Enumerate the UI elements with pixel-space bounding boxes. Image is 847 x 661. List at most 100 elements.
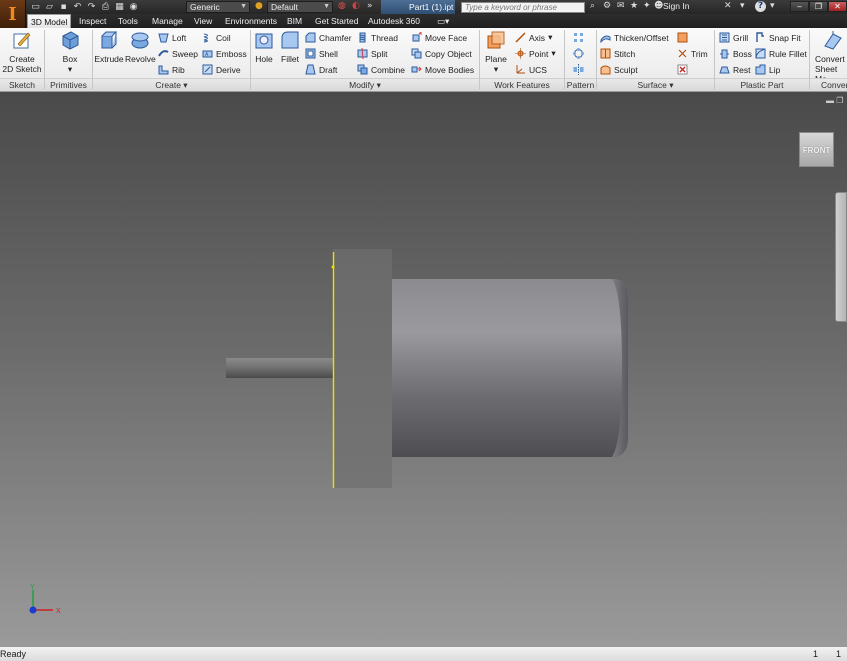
navigation-bar[interactable] [835, 192, 847, 322]
restore-button[interactable]: ❐ [809, 1, 828, 12]
part-model[interactable] [0, 92, 847, 646]
shell-button[interactable]: Shell [305, 47, 338, 60]
ucs-button[interactable]: UCS [515, 63, 547, 76]
minimize-button[interactable]: – [790, 1, 809, 12]
revolve-button[interactable]: Revolve [125, 30, 156, 64]
move-bodies-button[interactable]: Move Bodies [411, 63, 474, 76]
tab-tools[interactable]: Tools [115, 14, 141, 28]
panel-label-modify[interactable]: Modify ▾ [251, 78, 479, 91]
tab-3d-model[interactable]: 3D Model [27, 14, 72, 28]
mirror-button[interactable] [573, 63, 584, 76]
move-face-button[interactable]: Move Face [411, 31, 467, 44]
motor-body[interactable] [392, 279, 628, 457]
chamfer-icon [305, 32, 316, 43]
sculpt-button[interactable]: Sculpt [600, 63, 638, 76]
snap-fit-button[interactable]: Snap Fit [755, 31, 801, 44]
subscription-icon[interactable]: ⚙ [603, 1, 611, 11]
adjust-icon[interactable]: ◐ [352, 1, 360, 11]
search-input[interactable]: Type a keyword or phrase [461, 2, 585, 13]
ribbon-minimize-icon[interactable]: ▭▾ [434, 14, 452, 28]
project-icon[interactable]: ▦ [114, 2, 125, 13]
plane-button[interactable]: Plane ▾ [482, 30, 510, 74]
circular-pattern-button[interactable] [573, 47, 584, 60]
undo-icon[interactable]: ↶ [72, 2, 83, 13]
save-icon[interactable]: ▪ [58, 2, 69, 13]
chevron-down-icon: ▾ [548, 32, 553, 42]
lip-button[interactable]: Lip [755, 63, 780, 76]
split-button[interactable]: Split [357, 47, 388, 60]
panel-label-surface[interactable]: Surface ▾ [597, 78, 714, 91]
sweep-button[interactable]: Sweep [158, 47, 198, 60]
combine-button[interactable]: Combine [357, 63, 405, 76]
loft-button[interactable]: Loft [158, 31, 186, 44]
app-logo[interactable]: I [0, 0, 26, 28]
trim-button[interactable]: Trim [677, 47, 708, 60]
clear-appearance-icon[interactable]: ◍ [338, 1, 346, 11]
convert-sheet-metal-button[interactable]: Convert Sheet Me [812, 30, 847, 84]
box-primitive-icon [62, 31, 79, 50]
material-combo[interactable]: Generic ▼ [186, 1, 250, 13]
delete-face-button[interactable] [677, 63, 688, 76]
shaft[interactable] [226, 358, 334, 378]
close-button[interactable]: ✕ [828, 1, 847, 12]
rib-button[interactable]: Rib [158, 63, 185, 76]
panel-label-create[interactable]: Create ▾ [93, 78, 250, 91]
extrude-button[interactable]: Extrude [94, 30, 124, 64]
rest-button[interactable]: Rest [719, 63, 750, 76]
fillet-button[interactable]: Fillet [278, 30, 302, 64]
coil-button[interactable]: Coil [202, 31, 231, 44]
tab-view[interactable]: View [191, 14, 215, 28]
derive-button[interactable]: Derive [202, 63, 241, 76]
panel-label-work-features: Work Features [480, 78, 564, 91]
print-icon[interactable]: ⎙ [100, 2, 111, 13]
grill-button[interactable]: Grill [719, 31, 748, 44]
stitch-button[interactable]: Stitch [600, 47, 635, 60]
tab-inspect[interactable]: Inspect [76, 14, 109, 28]
create-2d-sketch-button[interactable]: Create 2D Sketch [2, 30, 42, 74]
appearance-combo[interactable]: Default ▼ [267, 1, 333, 13]
tab-bim[interactable]: BIM [284, 14, 305, 28]
rectangular-pattern-button[interactable] [573, 31, 584, 44]
redo-icon[interactable]: ↷ [86, 2, 97, 13]
document-tab[interactable]: Part1 (1).ipt [381, 0, 455, 14]
chamfer-button[interactable]: Chamfer [305, 31, 352, 44]
mounting-flange[interactable] [333, 249, 392, 488]
tab-get-started[interactable]: Get Started [312, 14, 361, 28]
options-icon[interactable]: ✦ [643, 1, 651, 11]
sheet-metal-icon [824, 31, 842, 50]
axis-triad: X Y [29, 584, 61, 615]
boss-button[interactable]: Boss [719, 47, 752, 60]
help-icon[interactable]: ? [755, 1, 766, 12]
communication-icon[interactable]: ✉ [617, 1, 625, 11]
rule-fillet-button[interactable]: Rule Fillet [755, 47, 807, 60]
chevron-down-icon[interactable]: ▾ [770, 1, 775, 11]
open-folder-icon[interactable]: ▱ [44, 2, 55, 13]
derive-icon [202, 64, 213, 75]
sign-in-link[interactable]: Sign In [663, 1, 689, 11]
new-file-icon[interactable]: ▭ [30, 2, 41, 13]
return-icon[interactable]: ◉ [128, 2, 139, 13]
patch-button[interactable] [677, 31, 688, 44]
viewcube[interactable]: FRONT [799, 132, 834, 167]
point-button[interactable]: Point ▾ [515, 47, 556, 60]
box-button[interactable]: Box ▾ [56, 30, 84, 74]
tab-autodesk-360[interactable]: Autodesk 360 [365, 14, 423, 28]
fillet-icon [281, 31, 299, 49]
overflow-icon[interactable]: » [367, 1, 373, 11]
hole-button[interactable]: Hole [252, 30, 276, 64]
panel-label-plastic-part: Plastic Part [715, 78, 809, 91]
binoculars-icon[interactable]: ⌕ [590, 1, 595, 11]
thread-button[interactable]: Thread [357, 31, 398, 44]
axis-button[interactable]: Axis ▾ [515, 31, 552, 44]
thicken-offset-button[interactable]: Thicken/Offset [600, 31, 669, 44]
draft-button[interactable]: Draft [305, 63, 337, 76]
exchange-apps-icon[interactable]: ✕ [724, 1, 732, 11]
graphics-window[interactable]: ▬ ❐ FRONT X Y [0, 92, 847, 646]
copy-object-button[interactable]: Copy Object [411, 47, 472, 60]
tab-environments[interactable]: Environments [222, 14, 280, 28]
emboss-button[interactable]: A Emboss [202, 47, 247, 60]
quick-access-toolbar: ▭ ▱ ▪ ↶ ↷ ⎙ ▦ ◉ [30, 1, 139, 13]
favorites-star-icon[interactable]: ★ [630, 1, 638, 11]
tab-manage[interactable]: Manage [149, 14, 186, 28]
chevron-down-icon[interactable]: ▾ [740, 1, 745, 11]
